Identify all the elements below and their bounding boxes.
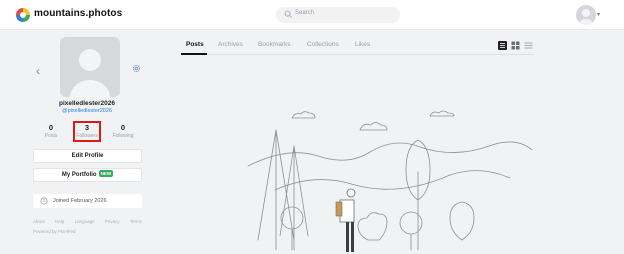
- footer-link-privacy[interactable]: Privacy: [105, 219, 120, 224]
- avatar-icon: [578, 9, 594, 25]
- footer-link-terms[interactable]: Terms: [130, 219, 142, 224]
- search-placeholder: Search: [295, 10, 315, 16]
- logo-icon[interactable]: [16, 8, 30, 22]
- stat-following[interactable]: 0 Following: [108, 123, 138, 139]
- empty-state-illustration: [247, 110, 533, 252]
- followers-highlight-box: [73, 121, 101, 142]
- footer-link-about[interactable]: About: [33, 219, 45, 224]
- grid-view-icon[interactable]: [511, 41, 520, 50]
- my-portfolio-button[interactable]: My Portfolio NEW: [33, 168, 142, 182]
- stat-posts-label: Posts: [44, 133, 58, 139]
- stat-posts[interactable]: 0 Posts: [36, 123, 66, 139]
- hiker-figure-icon: [335, 188, 356, 252]
- my-portfolio-label: My Portfolio: [61, 172, 97, 178]
- stat-following-value: 0: [120, 123, 126, 132]
- joined-text: Joined February 2026: [53, 198, 107, 204]
- brand-name[interactable]: mountains.photos: [34, 8, 122, 19]
- profile-username: pixelledlester2026: [58, 100, 115, 107]
- joined-date: Joined February 2026: [33, 194, 142, 208]
- new-badge: NEW: [98, 170, 114, 177]
- back-chevron-icon[interactable]: ‹: [36, 64, 40, 78]
- stat-posts-value: 0: [48, 123, 54, 132]
- tab-likes[interactable]: Likes: [355, 41, 370, 48]
- top-navigation-bar: mountains.photos Search ▾: [0, 0, 624, 30]
- compact-list-icon[interactable]: [524, 41, 533, 50]
- tab-bookmarks[interactable]: Bookmarks: [258, 41, 291, 48]
- avatar-placeholder-icon: [70, 49, 110, 97]
- user-avatar-button[interactable]: [576, 5, 596, 25]
- footer-link-language[interactable]: Language: [75, 219, 95, 224]
- footer-link-help[interactable]: Help: [55, 219, 64, 224]
- list-view-icon[interactable]: [498, 41, 507, 50]
- chevron-down-icon[interactable]: ▾: [597, 11, 600, 18]
- profile-tabs: Posts Archives Bookmarks Collections Lik…: [181, 41, 534, 55]
- tab-archives[interactable]: Archives: [218, 41, 243, 48]
- profile-handle[interactable]: @pixelledlester2026: [0, 108, 174, 114]
- tab-posts[interactable]: Posts: [186, 41, 204, 48]
- stat-following-label: Following: [112, 133, 134, 139]
- powered-by[interactable]: Powered by PixelFed: [33, 229, 76, 234]
- search-input[interactable]: Search: [276, 7, 400, 23]
- profile-avatar[interactable]: [60, 37, 120, 97]
- clock-icon: [40, 197, 48, 205]
- profile-sidebar: ‹ pixelledlester2026 @pixelledlester2026…: [0, 30, 170, 254]
- gear-icon[interactable]: [132, 64, 141, 73]
- active-tab-indicator: [181, 53, 207, 55]
- search-icon: [284, 10, 293, 19]
- edit-profile-button[interactable]: Edit Profile: [33, 149, 142, 163]
- footer-links: About Help Language Privacy Terms: [33, 219, 151, 224]
- tab-collections[interactable]: Collections: [307, 41, 339, 48]
